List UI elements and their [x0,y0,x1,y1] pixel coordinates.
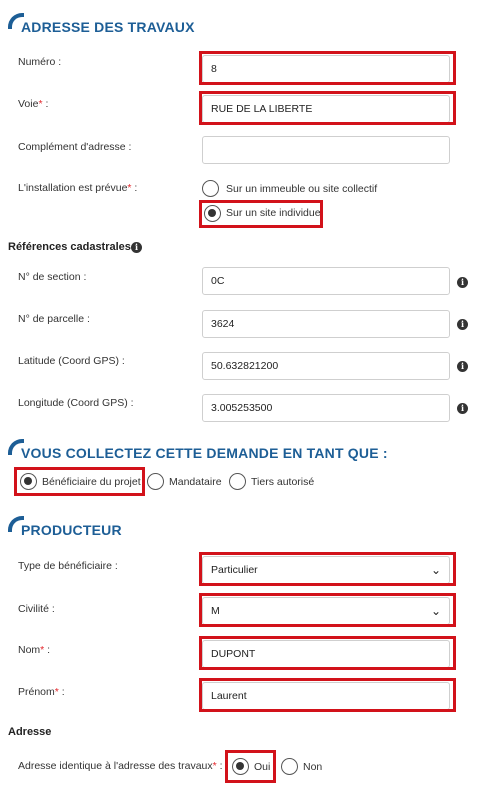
highlight-box [199,678,456,712]
highlight-box [199,593,456,627]
highlight-box [199,636,456,670]
longitude-field[interactable]: 3.005253500 [202,394,450,422]
voie-label: Voie* : [18,98,49,110]
info-icon[interactable]: i [457,277,468,288]
radio-tiers-autorise[interactable] [229,473,246,490]
radio-non[interactable] [281,758,298,775]
cadastre-heading: Références cadastrales [8,241,131,253]
complement-label: Complément d'adresse : [18,141,132,153]
parcelle-field[interactable]: 3624 [202,310,450,338]
latitude-label: Latitude (Coord GPS) : [18,355,125,367]
adresse-identique-label: Adresse identique à l'adresse des travau… [18,760,223,772]
highlight-box [199,200,323,228]
info-icon[interactable]: i [457,403,468,414]
radio-immeuble-collectif[interactable] [202,180,219,197]
radio-mandataire-label: Mandataire [169,476,222,488]
civilite-label: Civilité : [18,603,55,615]
installation-label: L'installation est prévue* : [18,182,138,194]
type-beneficiaire-label: Type de bénéficiaire : [18,560,118,572]
prenom-label: Prénom* : [18,686,65,698]
radio-mandataire[interactable] [147,473,164,490]
info-icon[interactable]: i [457,319,468,330]
radio-non-label: Non [303,761,323,773]
complement-field[interactable] [202,136,450,164]
info-icon[interactable]: i [457,361,468,372]
highlight-box [199,51,456,85]
nom-label: Nom* : [18,644,51,656]
info-icon[interactable]: i [131,242,142,253]
parcelle-label: N° de parcelle : [18,313,90,325]
highlight-box [14,467,145,496]
adresse-heading: Adresse [8,726,52,738]
radio-immeuble-collectif-label: Sur un immeuble ou site collectif [226,183,378,195]
highlight-box [199,91,456,125]
numero-label: Numéro : [18,56,62,68]
latitude-field[interactable]: 50.632821200 [202,352,450,380]
section-field[interactable]: 0C [202,267,450,295]
section-label: N° de section : [18,271,87,283]
radio-tiers-autorise-label: Tiers autorisé [251,476,315,488]
longitude-label: Longitude (Coord GPS) : [18,397,134,409]
highlight-box [225,750,276,783]
highlight-box [199,552,456,586]
